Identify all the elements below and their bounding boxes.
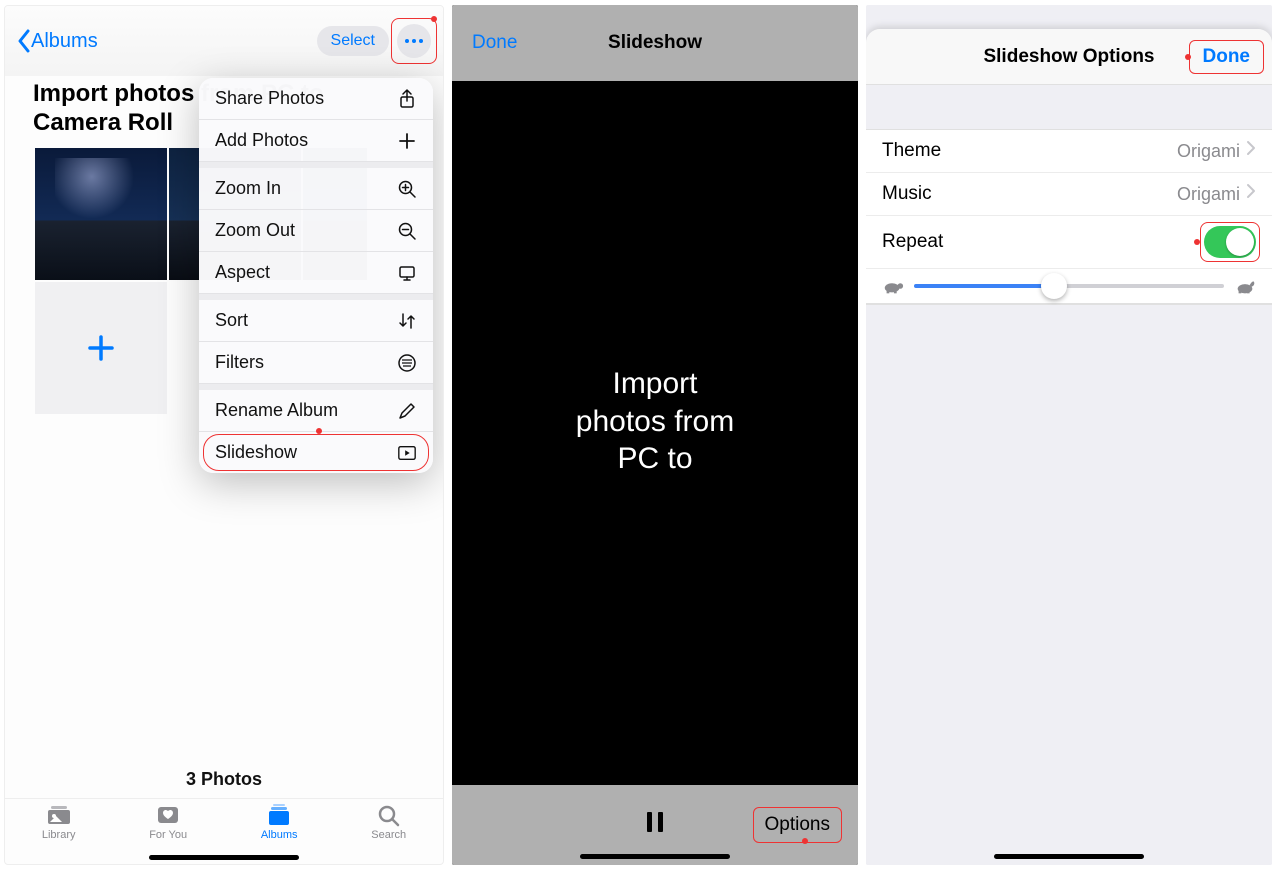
tab-label: Albums	[261, 829, 298, 841]
tab-search[interactable]: Search	[371, 803, 406, 841]
annotation-dot	[431, 16, 437, 22]
annotation-dot	[1194, 239, 1200, 245]
add-photo-button[interactable]	[35, 282, 167, 414]
tab-label: For You	[149, 829, 187, 841]
zoom-in-icon	[397, 179, 417, 199]
slideshow-icon	[397, 443, 417, 463]
slideshow-slide-text: Import photos from PC to	[452, 365, 858, 478]
music-row[interactable]: Music Origami	[866, 173, 1272, 216]
tab-library[interactable]: Library	[42, 803, 76, 841]
annotation-dot	[802, 838, 808, 844]
chevron-right-icon	[1246, 183, 1256, 205]
slideshow-done-button[interactable]: Done	[472, 32, 517, 54]
row-label: Repeat	[882, 231, 943, 253]
slide-line: PC to	[452, 440, 858, 478]
pause-icon	[645, 810, 665, 834]
slideshow-screen: Done Slideshow Import photos from PC to …	[452, 5, 858, 865]
row-value: Origami	[1177, 184, 1246, 205]
repeat-row: Repeat	[866, 216, 1272, 269]
menu-filters[interactable]: Filters	[199, 342, 433, 384]
options-list: Theme Origami Music Origami Repeat	[866, 129, 1272, 305]
pause-button[interactable]	[645, 809, 665, 841]
menu-sort[interactable]: Sort	[199, 294, 433, 342]
share-icon	[397, 89, 417, 109]
row-value: Origami	[1177, 141, 1246, 162]
home-indicator	[580, 854, 730, 859]
home-indicator	[149, 855, 299, 860]
menu-label: Slideshow	[215, 442, 297, 463]
annotation-dot	[316, 428, 322, 434]
options-title: Slideshow Options	[983, 46, 1154, 68]
tab-label: Search	[371, 829, 406, 841]
options-sheet: Slideshow Options Done Theme Origami Mus…	[866, 29, 1272, 865]
search-icon	[375, 803, 403, 827]
menu-aspect[interactable]: Aspect	[199, 252, 433, 294]
annotation-box	[1189, 40, 1265, 74]
menu-label: Rename Album	[215, 400, 338, 421]
menu-zoom-in[interactable]: Zoom In	[199, 162, 433, 210]
filters-icon	[397, 353, 417, 373]
menu-zoom-out[interactable]: Zoom Out	[199, 210, 433, 252]
slide-line: photos from	[452, 403, 858, 441]
slideshow-top-bar: Done Slideshow	[452, 5, 858, 81]
albums-icon	[265, 803, 293, 827]
back-label: Albums	[31, 30, 98, 53]
options-done-button[interactable]: Done	[1195, 44, 1259, 70]
theme-row[interactable]: Theme Origami	[866, 130, 1272, 173]
tab-albums[interactable]: Albums	[261, 803, 298, 841]
slide-line: Import	[452, 365, 858, 403]
slideshow-title: Slideshow	[608, 32, 702, 54]
annotation-dot	[1185, 54, 1191, 60]
select-button[interactable]: Select	[317, 26, 389, 56]
tab-label: Library	[42, 829, 76, 841]
home-indicator	[994, 854, 1144, 859]
more-menu-button[interactable]	[397, 24, 431, 58]
photo-count: 3 Photos	[5, 763, 443, 798]
sort-icon	[397, 311, 417, 331]
row-label: Music	[882, 183, 932, 205]
rabbit-icon	[1234, 277, 1256, 295]
turtle-icon	[882, 277, 904, 295]
photo-thumbnail[interactable]	[35, 148, 167, 280]
plus-icon	[397, 131, 417, 151]
menu-label: Share Photos	[215, 88, 324, 109]
menu-label: Aspect	[215, 262, 270, 283]
menu-add-photos[interactable]: Add Photos	[199, 120, 433, 162]
zoom-out-icon	[397, 221, 417, 241]
menu-label: Zoom In	[215, 178, 281, 199]
photos-album-screen: Albums Select Import photos from PC toCa…	[4, 5, 444, 865]
for-you-icon	[154, 803, 182, 827]
annotation-box	[1200, 222, 1260, 262]
plus-icon	[86, 333, 116, 363]
menu-rename-album[interactable]: Rename Album	[199, 384, 433, 432]
menu-label: Sort	[215, 310, 248, 331]
aspect-icon	[397, 263, 417, 283]
menu-label: Add Photos	[215, 130, 308, 151]
chevron-left-icon	[17, 29, 31, 53]
tab-for-you[interactable]: For You	[149, 803, 187, 841]
slideshow-options-button[interactable]: Options	[757, 811, 838, 839]
annotation-box	[391, 18, 437, 64]
menu-slideshow[interactable]: Slideshow	[199, 432, 433, 473]
slideshow-options-screen: Slideshow Options Done Theme Origami Mus…	[866, 5, 1272, 865]
row-label: Theme	[882, 140, 941, 162]
repeat-toggle[interactable]	[1204, 226, 1256, 258]
menu-share-photos[interactable]: Share Photos	[199, 78, 433, 120]
library-icon	[45, 803, 73, 827]
context-menu: Share Photos Add Photos Zoom In Zoom Out…	[199, 78, 433, 473]
speed-row	[866, 269, 1272, 304]
options-header: Slideshow Options Done	[866, 29, 1272, 85]
back-to-albums-button[interactable]: Albums	[17, 29, 98, 53]
menu-label: Filters	[215, 352, 264, 373]
chevron-right-icon	[1246, 140, 1256, 162]
speed-slider[interactable]	[914, 284, 1224, 288]
slideshow-bottom-bar: Options	[452, 785, 858, 865]
footer: 3 Photos Library For You Albums Search	[5, 763, 443, 864]
tab-bar: Library For You Albums Search	[5, 798, 443, 849]
pencil-icon	[397, 401, 417, 421]
annotation-box	[753, 807, 842, 843]
menu-label: Zoom Out	[215, 220, 295, 241]
nav-bar: Albums Select	[5, 6, 443, 76]
